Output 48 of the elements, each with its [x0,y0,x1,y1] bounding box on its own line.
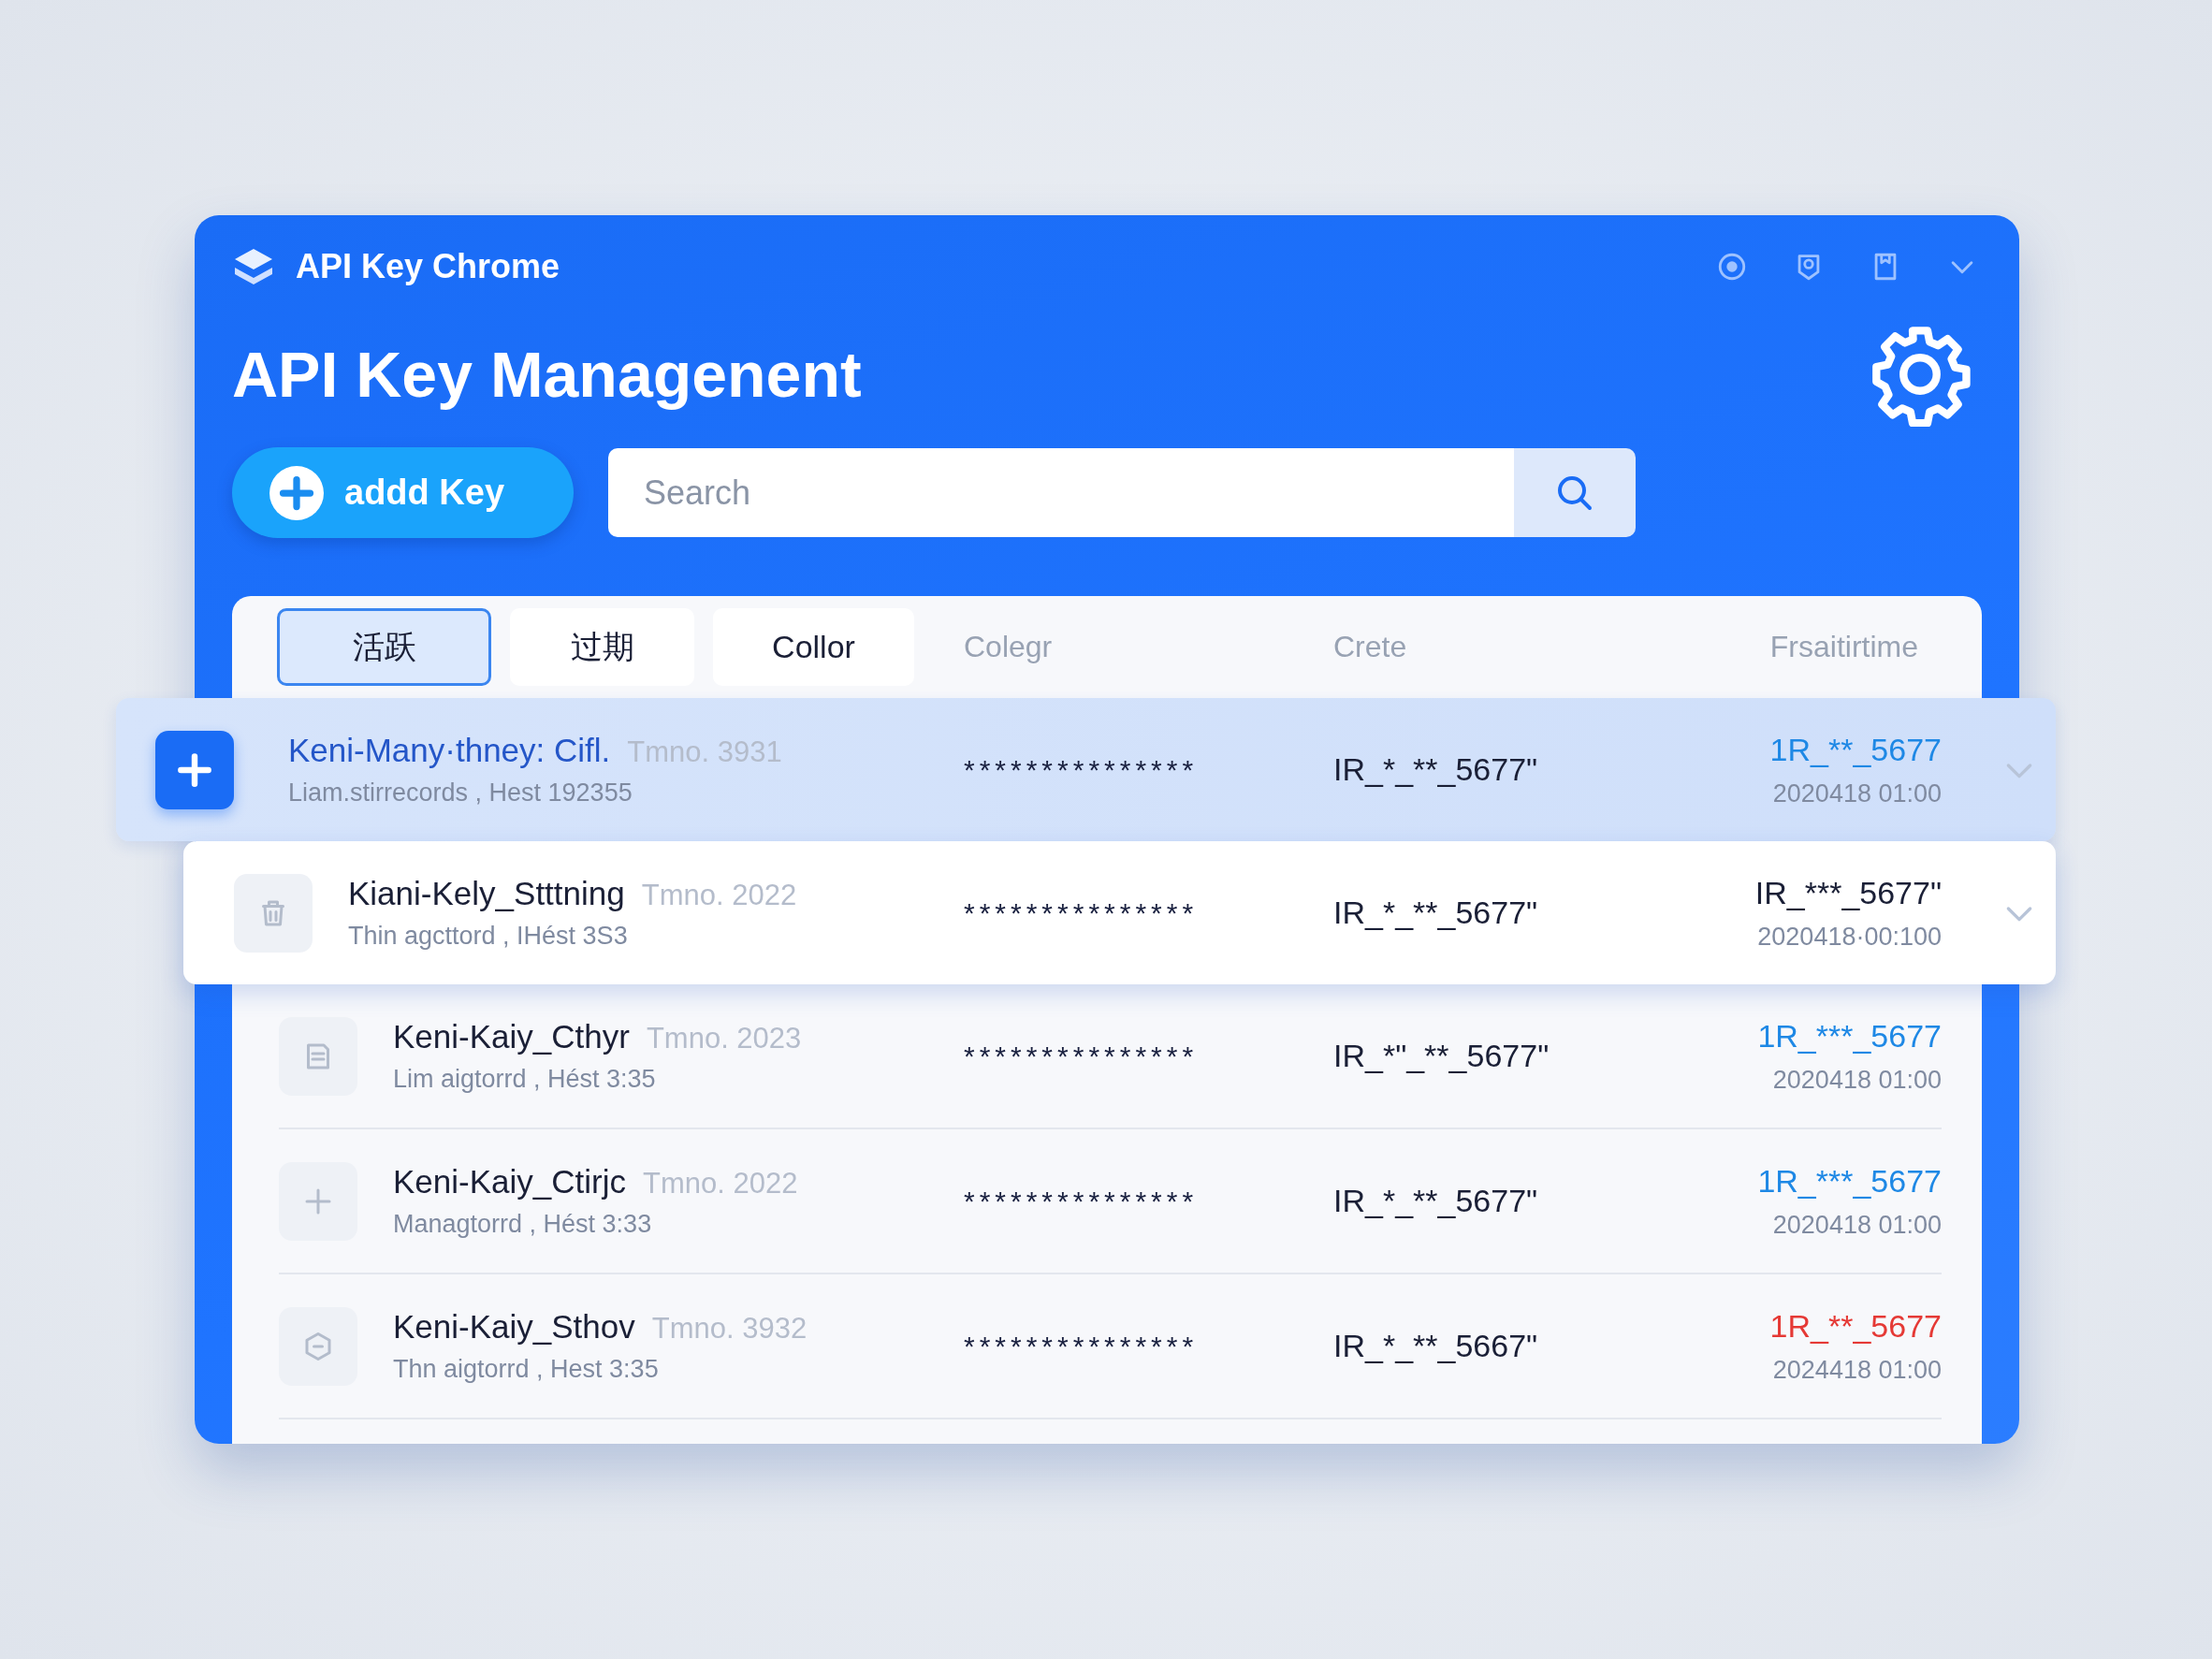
masked-key: *************** [964,1185,1199,1216]
key-id: 1R_***_5677 [1757,1017,1942,1055]
key-name: Keni-Kaiy_Ctirjc [393,1163,626,1201]
key-name: Keni-Kaiy_Cthyr [393,1018,630,1055]
key-tag: Tmno. 2023 [646,1022,802,1055]
column-header: Frsaitirtime [1769,630,1918,664]
page-heading: API Key Managenent [232,338,862,411]
key-subtitle: Lim aigtorrd , Hést 3:35 [393,1065,657,1094]
key-id: 1R_**_5677 [1769,1307,1942,1345]
filter-tab[interactable]: Collor [713,608,914,686]
masked-key: *************** [964,1040,1199,1071]
target-icon[interactable] [1716,251,1748,283]
search-field[interactable]: Search [608,448,1514,537]
key-value: IR_*_**_5667" [1333,1328,1538,1364]
key-subtitle: Liam.stirrecords , Hest 192355 [288,779,633,808]
filter-tab[interactable]: 活跃 [277,608,491,686]
logo-icon [232,247,275,286]
key-tag: Tmno. 2022 [641,879,797,912]
plus-circle-icon [269,465,324,520]
key-name: Kiani-Kely_Stttning [348,875,625,912]
key-subtitle: Thin agcttord , IHést 3S3 [348,922,629,951]
key-row[interactable]: Kiani-Kely_Stttning Tmno. 2022 Thin agcttord , IHést 3S3 *************** IR_*_**_5677" IR_***_5677" 2020418·00:100 [183,841,2056,984]
key-name: Keni-Many·thney: Cifl. [288,732,611,769]
column-header: Colegr [964,630,1054,664]
key-value: IR_*"_**_5677" [1333,1038,1550,1074]
masked-key: *************** [964,896,1199,928]
key-name: Keni-Kaiy_Sthov [393,1308,635,1346]
key-tag: Tmno. 3932 [651,1312,808,1346]
key-date: 2024418 01:00 [1772,1355,1942,1385]
key-date: 2020418 01:00 [1772,1210,1942,1240]
key-value: IR_*_**_5677" [1333,751,1538,788]
key-value: IR_*_**_5677" [1333,895,1538,931]
search-button[interactable] [1514,448,1636,537]
window-title: API Key Chrome [296,247,561,286]
key-id: IR_***_5677" [1754,874,1942,911]
masked-key: *************** [964,753,1199,785]
key-tag: Tmno. 2022 [642,1167,798,1201]
key-value: IR_*_**_5677" [1333,1183,1538,1219]
masked-key: *************** [964,1330,1199,1361]
key-id: 1R_***_5677 [1757,1162,1942,1200]
column-header: Crete [1333,630,1408,664]
key-subtitle: Managtorrd , Hést 3:33 [393,1210,653,1239]
key-date: 2020418 01:00 [1772,779,1942,808]
key-date: 2020418 01:00 [1772,1065,1942,1095]
key-subtitle: Thn aigtorrd , Hest 3:35 [393,1355,660,1384]
filter-tab[interactable]: 过期 [510,608,694,686]
key-id: 1R_**_5677 [1769,731,1942,768]
key-date: 2020418·00:100 [1757,922,1942,952]
